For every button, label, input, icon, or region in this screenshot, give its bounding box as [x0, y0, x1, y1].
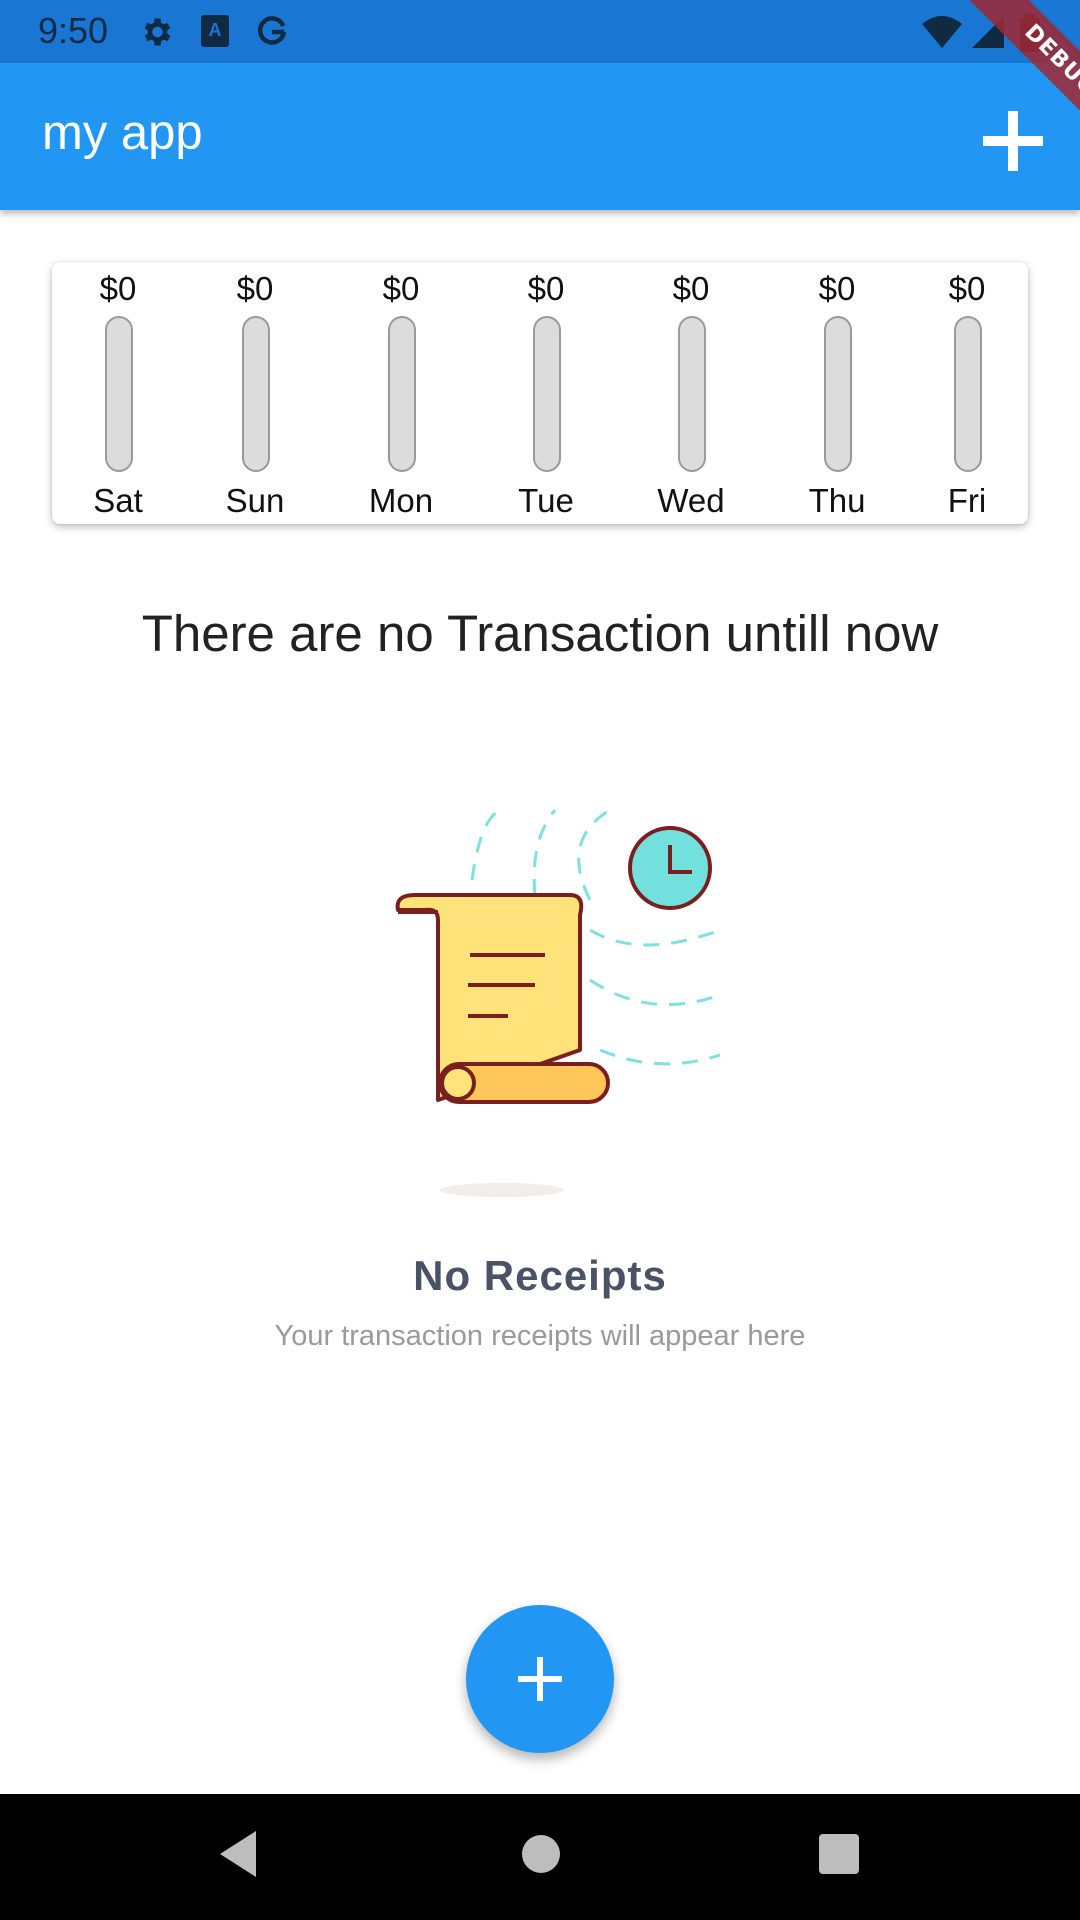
plus-icon [518, 1657, 562, 1701]
chart-amount: $0 [527, 270, 565, 307]
chart-column-wed: $0 Wed [631, 262, 751, 524]
chart-amount: $0 [818, 270, 856, 307]
chart-day-label: Wed [657, 482, 725, 519]
chart-column-mon: $0 Mon [341, 262, 461, 524]
chart-bar-track [533, 316, 561, 472]
keyboard-a-icon: A [200, 14, 230, 53]
app-title: my app [42, 106, 203, 160]
chart-day-label: Sun [225, 482, 285, 519]
chart-bar-track [824, 316, 852, 472]
chart-day-label: Mon [368, 482, 434, 519]
chart-bar-track [105, 316, 133, 472]
chart-amount: $0 [236, 270, 274, 307]
chart-bar-track [388, 316, 416, 472]
chart-amount: $0 [99, 270, 137, 307]
chart-day-label: Tue [518, 482, 574, 519]
no-receipts-heading: No Receipts [413, 1252, 667, 1299]
weekly-chart: $0 Sat $0 Sun $0 Mon $0 Tue $0 Wed $0 Th… [52, 262, 1028, 524]
status-bar: 9:50 A [0, 0, 1080, 63]
chart-column-thu: $0 Thu [777, 262, 897, 524]
status-time: 9:50 [38, 10, 109, 51]
chart-column-fri: $0 Fri [907, 262, 1027, 524]
plus-icon[interactable] [975, 103, 1051, 179]
navigation-bar [0, 1794, 1080, 1920]
chart-amount: $0 [382, 270, 420, 307]
chart-day-label: Sat [93, 482, 143, 519]
signal-icon [970, 14, 1006, 55]
chart-amount: $0 [672, 270, 710, 307]
google-icon [254, 14, 290, 55]
battery-icon [1018, 14, 1042, 57]
chart-bar-track [678, 316, 706, 472]
chart-bar-track [242, 316, 270, 472]
svg-text:A: A [209, 20, 222, 40]
chart-column-sun: $0 Sun [195, 262, 315, 524]
home-icon[interactable] [519, 1829, 563, 1884]
receipt-scroll-icon [380, 800, 740, 1200]
chart-bar-track [954, 316, 982, 472]
recents-icon[interactable] [817, 1829, 861, 1884]
chart-column-sat: $0 Sat [58, 262, 178, 524]
no-receipts-subtitle: Your transaction receipts will appear he… [274, 1320, 806, 1352]
wifi-icon [920, 14, 964, 55]
app-bar: my app [0, 63, 1080, 210]
chart-amount: $0 [948, 270, 986, 307]
chart-day-label: Fri [947, 482, 987, 519]
chart-day-label: Thu [808, 482, 866, 519]
add-transaction-fab[interactable] [466, 1605, 614, 1753]
chart-column-tue: $0 Tue [486, 262, 606, 524]
back-icon[interactable] [216, 1829, 260, 1884]
empty-state-title: There are no Transaction untill now [141, 605, 939, 662]
gear-icon [138, 14, 174, 55]
